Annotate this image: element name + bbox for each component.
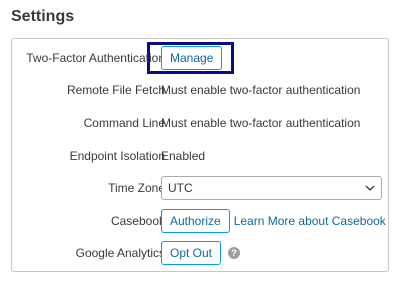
page-title: Settings: [11, 8, 75, 25]
setting-command-line: Command Line Must enable two-factor auth…: [12, 109, 388, 137]
setting-value: Must enable two-factor authentication: [161, 116, 361, 130]
setting-label: Endpoint Isolation: [69, 149, 165, 163]
setting-label: Command Line: [83, 116, 165, 130]
time-zone-select[interactable]: UTC: [161, 176, 382, 200]
setting-remote-file-fetch: Remote File Fetch Must enable two-factor…: [12, 76, 388, 104]
setting-label: Remote File Fetch: [66, 83, 165, 97]
manage-button[interactable]: Manage: [161, 46, 223, 70]
setting-value: Enabled: [161, 149, 206, 163]
setting-label: Two-Factor Authentication: [26, 51, 165, 65]
setting-value: Must enable two-factor authentication: [161, 83, 361, 97]
setting-endpoint-isolation: Endpoint Isolation Enabled: [12, 142, 388, 170]
time-zone-value: UTC: [168, 181, 193, 195]
settings-panel: Two-Factor Authentication Manage Remote …: [11, 38, 389, 272]
chevron-down-icon: [365, 185, 375, 191]
learn-more-casebook-link[interactable]: Learn More about Casebook: [234, 214, 386, 228]
question-icon[interactable]: ?: [228, 247, 241, 259]
setting-label: Time Zone: [108, 181, 165, 195]
opt-out-button[interactable]: Opt Out: [161, 241, 222, 265]
setting-casebook: Casebook Authorize Learn More about Case…: [12, 207, 388, 235]
setting-google-analytics: Google Analytics Opt Out ?: [12, 239, 388, 267]
setting-time-zone: Time Zone UTC: [12, 174, 388, 202]
setting-two-factor: Two-Factor Authentication Manage: [12, 44, 388, 72]
authorize-button[interactable]: Authorize: [161, 209, 230, 233]
setting-label: Casebook: [110, 214, 165, 228]
setting-label: Google Analytics: [75, 246, 165, 260]
